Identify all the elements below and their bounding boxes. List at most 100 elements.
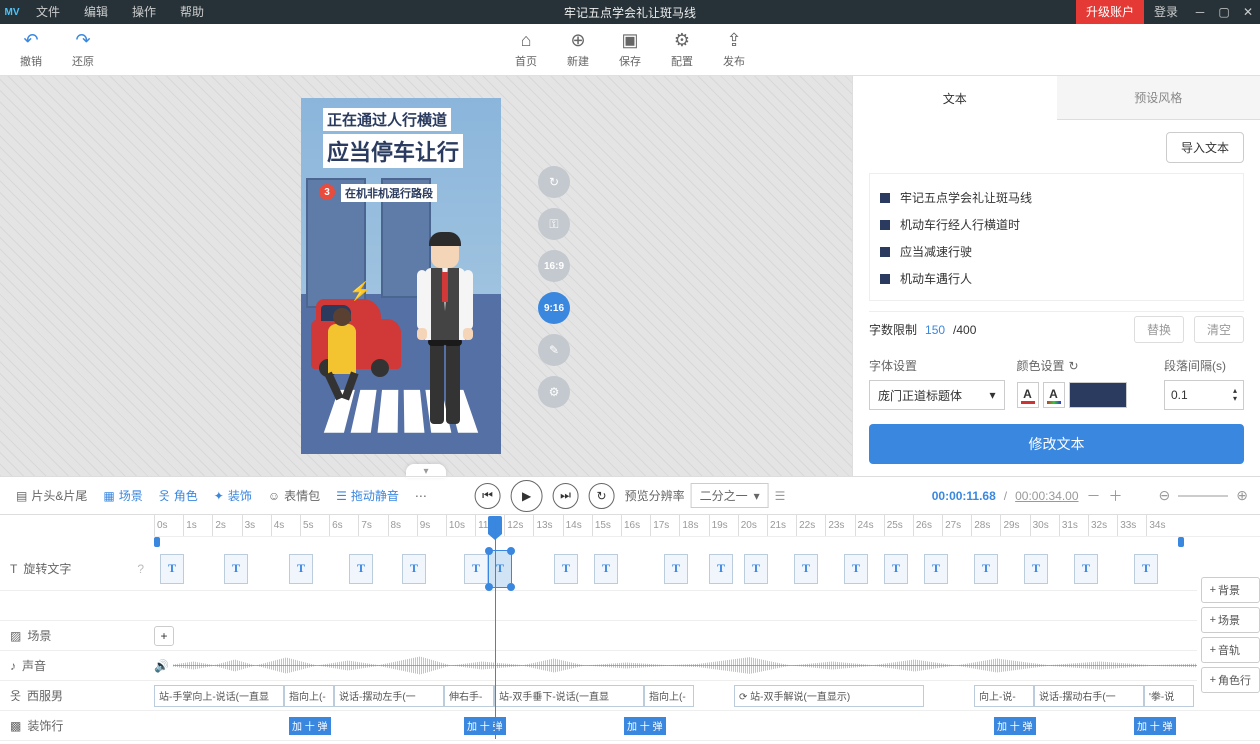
apply-text-button[interactable]: 修改文本	[869, 424, 1244, 464]
text-clip[interactable]: T	[349, 554, 373, 584]
play-button[interactable]: ▶	[511, 480, 543, 512]
list-item[interactable]: 机动车遇行人	[880, 265, 1233, 292]
loop-button[interactable]: ↻	[589, 483, 615, 509]
text-clip[interactable]: T	[844, 554, 868, 584]
save-button[interactable]: ▣保存	[619, 30, 641, 69]
zoom-out-icon[interactable]: ⊖	[1159, 487, 1171, 504]
close-icon[interactable]: ✕	[1236, 0, 1260, 24]
reset-icon[interactable]: ↻	[1069, 359, 1079, 373]
undo-button[interactable]: ↶撤销	[20, 30, 42, 69]
deco-clip[interactable]: 加 十 弹	[289, 717, 331, 735]
login-button[interactable]: 登录	[1144, 0, 1188, 24]
clear-button[interactable]: 清空	[1194, 316, 1244, 343]
ratio-9-16-button[interactable]: 9:16	[538, 292, 570, 324]
range-start-handle[interactable]	[154, 537, 160, 547]
canvas-text-3[interactable]: 在机非机混行路段	[341, 184, 437, 202]
menu-file[interactable]: 文件	[24, 0, 72, 24]
menu-help[interactable]: 帮助	[168, 0, 216, 24]
text-clip[interactable]: T	[794, 554, 818, 584]
action-clip[interactable]: 说话-摆动右手(一	[1034, 685, 1144, 707]
scene-button[interactable]: ▦场景	[97, 483, 148, 508]
lock-icon[interactable]: ⚿	[538, 208, 570, 240]
range-end-handle[interactable]	[1178, 537, 1184, 547]
add-char-track-button[interactable]: + 角色行	[1201, 667, 1260, 693]
text-bg-button[interactable]: A	[1043, 382, 1065, 408]
text-clip[interactable]: T	[744, 554, 768, 584]
more-icon[interactable]: ⋯	[409, 485, 433, 507]
text-clip[interactable]: T	[1024, 554, 1048, 584]
canvas-text-2[interactable]: 应当停车让行	[323, 134, 463, 168]
action-clip[interactable]: ⟳ 站-双手解说(一直显示)	[734, 685, 924, 707]
deco-clip[interactable]: 加 十 弹	[464, 717, 506, 735]
settings-icon[interactable]: ⚙	[538, 376, 570, 408]
action-clip[interactable]: 指向上(-	[284, 685, 334, 707]
font-select[interactable]: 庞门正道标题体▾	[869, 380, 1005, 410]
audio-waveform[interactable]	[173, 656, 1203, 676]
action-clip[interactable]: 站-手掌向上-说话(一直显	[154, 685, 284, 707]
action-clip[interactable]: 向上-说-	[974, 685, 1034, 707]
refresh-icon[interactable]: ↻	[538, 166, 570, 198]
prev-button[interactable]: ⏮	[475, 483, 501, 509]
text-clip[interactable]: T	[924, 554, 948, 584]
time-total[interactable]: 00:00:34.00	[1015, 489, 1078, 503]
color-swatch[interactable]	[1069, 382, 1127, 408]
intro-outro-button[interactable]: ▤片头&片尾	[10, 483, 93, 508]
edit-icon[interactable]: ✎	[538, 334, 570, 366]
import-text-button[interactable]: 导入文本	[1166, 132, 1244, 163]
ratio-16-9-button[interactable]: 16:9	[538, 250, 570, 282]
text-clip[interactable]: T	[464, 554, 488, 584]
deco-clip[interactable]: 加 十 弹	[994, 717, 1036, 735]
time-ruler[interactable]: 0s1s2s3s4s5s6s7s8s9s10s11s12s13s14s15s16…	[154, 515, 1260, 537]
text-clip[interactable]: T	[160, 554, 184, 584]
menu-edit[interactable]: 编辑	[72, 0, 120, 24]
text-clip[interactable]: T	[664, 554, 688, 584]
text-clip[interactable]: T	[224, 554, 248, 584]
tab-preset[interactable]: 预设风格	[1057, 76, 1260, 120]
minus-icon[interactable]: －	[1087, 486, 1101, 506]
plus-icon[interactable]: ＋	[1109, 486, 1123, 506]
preview-res-select[interactable]: 二分之一▾	[691, 483, 769, 508]
text-clip[interactable]: T	[554, 554, 578, 584]
action-clip[interactable]: 指向上(-	[644, 685, 694, 707]
canvas-text-1[interactable]: 正在通过人行横道	[323, 108, 451, 131]
canvas[interactable]: ⚡ 正在通过人行横道 应当停车让行 3 在机非机混行路段	[301, 98, 501, 454]
next-button[interactable]: ⏭	[553, 483, 579, 509]
add-bg-button[interactable]: + 背景	[1201, 577, 1260, 603]
deco-clip[interactable]: 加 十 弹	[624, 717, 666, 735]
action-clip[interactable]: '拳-说	[1144, 685, 1194, 707]
character-button[interactable]: 옷角色	[153, 483, 204, 508]
gap-input[interactable]: 0.1▴▾	[1164, 380, 1244, 410]
text-list[interactable]: 牢记五点学会礼让斑马线 机动车行经人行横道时 应当减速行驶 机动车遇行人	[869, 173, 1244, 301]
text-clip[interactable]: T	[884, 554, 908, 584]
maximize-icon[interactable]: ▢	[1212, 0, 1236, 24]
list-item[interactable]: 牢记五点学会礼让斑马线	[880, 184, 1233, 211]
text-clip[interactable]: T	[709, 554, 733, 584]
text-color-button[interactable]: A	[1017, 382, 1039, 408]
presenter-character[interactable]	[415, 236, 475, 436]
menu-action[interactable]: 操作	[120, 0, 168, 24]
add-scene-button[interactable]: +	[154, 626, 174, 646]
tab-text[interactable]: 文本	[853, 76, 1057, 120]
decorate-button[interactable]: ✦装饰	[208, 483, 258, 508]
mute-drag-button[interactable]: ☰拖动静音	[330, 483, 405, 508]
playhead[interactable]	[495, 515, 496, 744]
home-button[interactable]: ⌂首页	[515, 30, 537, 69]
replace-button[interactable]: 替换	[1134, 316, 1184, 343]
add-scene-track-button[interactable]: + 场景	[1201, 607, 1260, 633]
zoom-in-icon[interactable]: ⊕	[1236, 487, 1248, 504]
deco-clip[interactable]: 加 十 弹	[1134, 717, 1176, 735]
text-clip[interactable]: T	[1074, 554, 1098, 584]
add-audio-track-button[interactable]: + 音轨	[1201, 637, 1260, 663]
action-clip[interactable]: 站-双手垂下-说话(一直显	[494, 685, 644, 707]
help-icon[interactable]: ?	[137, 562, 144, 576]
list-item[interactable]: 应当减速行驶	[880, 238, 1233, 265]
emoji-button[interactable]: ☺表情包	[262, 483, 326, 508]
action-clip[interactable]: 伸右手-	[444, 685, 494, 707]
text-clip[interactable]: T	[594, 554, 618, 584]
layers-icon[interactable]: ☰	[775, 489, 786, 503]
new-button[interactable]: ⊕新建	[567, 30, 589, 69]
text-clip[interactable]: T	[1134, 554, 1158, 584]
publish-button[interactable]: ⇪发布	[723, 30, 745, 69]
action-clip[interactable]: 说话-摆动左手(一	[334, 685, 444, 707]
text-clip[interactable]: T	[974, 554, 998, 584]
